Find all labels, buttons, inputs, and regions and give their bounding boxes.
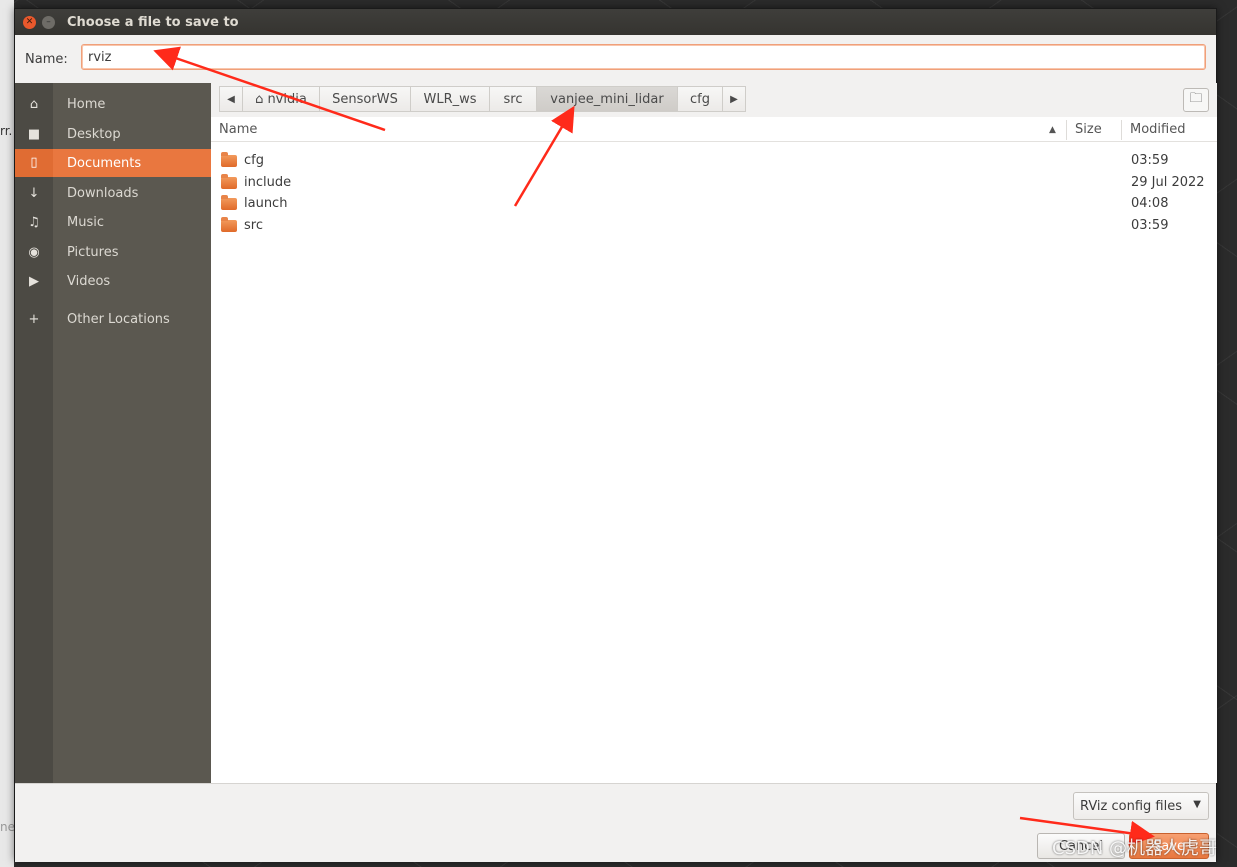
filename-label: Name: xyxy=(25,51,68,67)
home-icon: ⌂ xyxy=(255,91,264,107)
file-name: cfg xyxy=(244,153,264,168)
sidebar-item-documents[interactable]: ▯ Documents xyxy=(15,149,211,177)
sidebar-item-label: Home xyxy=(67,96,106,112)
sidebar-item-label: Videos xyxy=(67,273,111,289)
column-header-modified[interactable]: Modified xyxy=(1130,122,1185,137)
path-segment[interactable]: SensorWS xyxy=(319,86,411,112)
path-segment-label: SensorWS xyxy=(332,91,398,107)
dialog-footer: RViz config files ▼ Cancel Save xyxy=(15,783,1216,862)
sidebar-item-label: Desktop xyxy=(67,126,121,142)
sidebar-item-label: Downloads xyxy=(67,185,139,201)
path-segment-label: WLR_ws xyxy=(423,91,477,107)
sidebar-item-home[interactable]: ⌂ Home xyxy=(15,90,211,118)
sidebar-item-label: Other Locations xyxy=(67,311,170,327)
table-row[interactable]: launch 04:08 xyxy=(211,194,1217,215)
sidebar-item-music[interactable]: ♫ Music xyxy=(15,208,211,236)
file-type-filter-label: RViz config files xyxy=(1080,798,1182,814)
music-icon: ♫ xyxy=(28,214,40,230)
new-folder-button[interactable]: 🗀 xyxy=(1183,88,1209,112)
file-type-filter[interactable]: RViz config files ▼ xyxy=(1073,792,1209,820)
close-icon[interactable]: ✕ xyxy=(23,15,36,29)
background-window-text: ne xyxy=(0,820,15,834)
background-window-text: rr. xyxy=(0,124,13,138)
home-icon: ⌂ xyxy=(29,96,39,112)
plus-icon: + xyxy=(28,311,40,327)
path-segment-label: cfg xyxy=(690,91,710,107)
file-browser: ◀ ⌂ nvidia SensorWS WLR_ws src vanjee_mi… xyxy=(211,83,1217,783)
path-scroll-left-button[interactable]: ◀ xyxy=(219,86,243,112)
folder-icon xyxy=(221,217,237,232)
dialog-titlebar: ✕ – Choose a file to save to xyxy=(15,9,1216,35)
file-save-dialog: ✕ – Choose a file to save to Name: ⌂ Hom… xyxy=(14,8,1217,862)
path-segment[interactable]: src xyxy=(489,86,537,112)
column-header: Name ▲ Size Modified xyxy=(211,117,1217,142)
column-divider xyxy=(1121,120,1122,140)
path-scroll-right-button[interactable]: ▶ xyxy=(722,86,746,112)
table-row[interactable]: src 03:59 xyxy=(211,216,1217,237)
minimize-icon[interactable]: – xyxy=(42,15,55,29)
folder-icon xyxy=(221,174,237,189)
path-segment-home[interactable]: ⌂ nvidia xyxy=(242,86,320,112)
path-bar: ◀ ⌂ nvidia SensorWS WLR_ws src vanjee_mi… xyxy=(211,83,1217,117)
watermark: CSDN @机器人虎哥 xyxy=(1052,838,1218,859)
sidebar-item-label: Documents xyxy=(67,155,142,171)
new-folder-icon: 🗀 xyxy=(1189,91,1203,106)
path-segment-label: src xyxy=(503,91,523,107)
filename-row: Name: xyxy=(15,35,1216,83)
places-sidebar: ⌂ Home ■ Desktop ▯ Documents ↓ Downloads… xyxy=(15,83,211,783)
file-modified: 29 Jul 2022 xyxy=(1131,175,1205,190)
file-modified: 04:08 xyxy=(1131,196,1169,211)
column-divider xyxy=(1066,120,1067,140)
chevron-down-icon: ▼ xyxy=(1193,799,1201,810)
folder-icon: ■ xyxy=(27,126,41,142)
document-icon: ▯ xyxy=(15,149,53,177)
folder-icon xyxy=(221,152,237,167)
sidebar-item-other-locations[interactable]: + Other Locations xyxy=(15,305,211,333)
video-icon: ▶ xyxy=(29,273,39,289)
sort-ascending-icon: ▲ xyxy=(1049,125,1056,135)
column-header-size[interactable]: Size xyxy=(1075,122,1102,137)
path-segment-label: nvidia xyxy=(267,91,307,107)
sidebar-item-downloads[interactable]: ↓ Downloads xyxy=(15,179,211,207)
path-segment-label: vanjee_mini_lidar xyxy=(550,91,664,107)
file-name: include xyxy=(244,175,292,190)
file-modified: 03:59 xyxy=(1131,153,1169,168)
chevron-left-icon: ◀ xyxy=(227,93,235,105)
sidebar-item-pictures[interactable]: ◉ Pictures xyxy=(15,238,211,266)
sidebar-item-desktop[interactable]: ■ Desktop xyxy=(15,120,211,148)
sidebar-item-videos[interactable]: ▶ Videos xyxy=(15,267,211,295)
sidebar-item-label: Music xyxy=(67,214,104,230)
file-name: launch xyxy=(244,196,288,211)
download-icon: ↓ xyxy=(28,185,40,201)
camera-icon: ◉ xyxy=(28,244,40,260)
dialog-title: Choose a file to save to xyxy=(67,14,239,30)
chevron-right-icon: ▶ xyxy=(730,93,738,105)
path-segment[interactable]: WLR_ws xyxy=(410,86,490,112)
path-segment[interactable]: cfg xyxy=(677,86,723,112)
file-name: src xyxy=(244,218,263,233)
column-header-name[interactable]: Name xyxy=(219,122,257,137)
table-row[interactable]: cfg 03:59 xyxy=(211,151,1217,172)
file-modified: 03:59 xyxy=(1131,218,1169,233)
folder-icon xyxy=(221,195,237,210)
sidebar-item-label: Pictures xyxy=(67,244,119,260)
table-row[interactable]: include 29 Jul 2022 xyxy=(211,173,1217,194)
filename-input[interactable] xyxy=(81,44,1206,70)
path-segment-active[interactable]: vanjee_mini_lidar xyxy=(536,86,678,112)
